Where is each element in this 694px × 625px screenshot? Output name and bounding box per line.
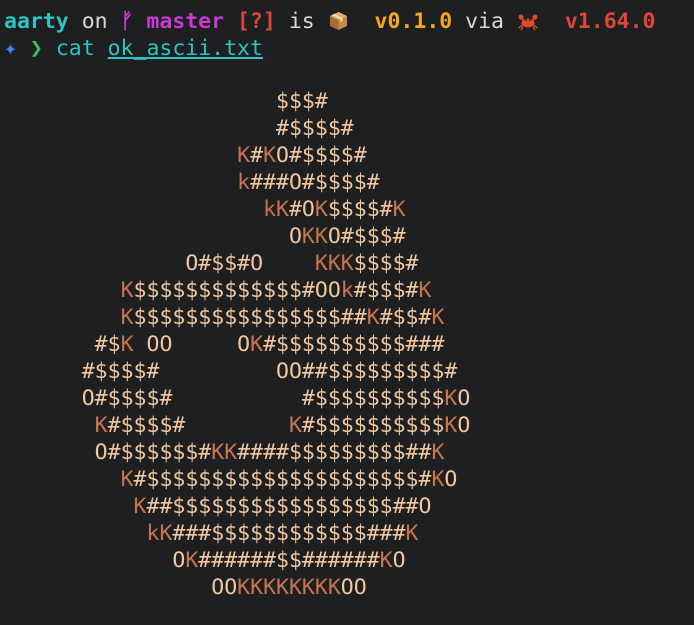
- git-status: [?]: [237, 9, 276, 34]
- ascii-line: K#$$$$# K#$$$$$$$$$$KO: [94, 413, 471, 438]
- command-argument[interactable]: ok_ascii.txt: [108, 36, 263, 61]
- ascii-line: kK#OK$$$$#K: [263, 197, 406, 222]
- ascii-line: $$$#: [276, 89, 328, 114]
- ascii-line: OOKKKKKKKKOO: [211, 575, 367, 600]
- ascii-line: O#$$$$# #$$$$$$$$$$KO: [81, 386, 471, 411]
- prompt-directory: aarty: [4, 9, 69, 34]
- package-version: v0.1.0: [374, 9, 453, 34]
- ascii-line: kK###$$$$$$$$$$$$###K: [146, 521, 419, 546]
- ascii-art-output: $$$# #$$$$# K#KO#$$$$# k###O#$$$$# kK#OK…: [4, 88, 471, 601]
- shell-prompt: aarty on ᚠ master [?] is v0.1.0 via v1.6…: [4, 8, 655, 35]
- ascii-line: O#$$$$$$#KK####$$$$$$$$$##K: [94, 440, 445, 465]
- prompt-is-text: is: [288, 9, 315, 34]
- crab-icon: [517, 11, 539, 31]
- ascii-line: K#KO#$$$$#: [237, 143, 367, 168]
- ascii-line: OK######$$######KO: [172, 548, 406, 573]
- star-icon: ✦: [4, 36, 17, 61]
- command-name: cat: [55, 36, 95, 61]
- ascii-line: OKKO#$$$#: [288, 224, 406, 249]
- ascii-line: #$$$$# OO##$$$$$$$$$#: [81, 359, 458, 384]
- prompt-chevron: ❯: [29, 36, 43, 61]
- ascii-line: #$$$$#: [276, 116, 354, 141]
- ascii-line: O#$$#O KKK$$$$#: [185, 251, 419, 276]
- package-icon: [328, 11, 349, 31]
- prompt-on-text: on: [81, 9, 108, 34]
- ascii-line: K#$$$$$$$$$$$$$$$$$$$$$#KO: [120, 467, 458, 492]
- git-branch-icon: ᚠ: [120, 9, 134, 34]
- command-line[interactable]: ✦ ❯ cat ok_ascii.txt: [4, 35, 263, 62]
- ascii-line: #$K OO OK#$$$$$$$$$$###: [94, 332, 445, 357]
- prompt-via-text: via: [465, 9, 505, 34]
- terminal-window[interactable]: aarty on ᚠ master [?] is v0.1.0 via v1.6…: [0, 0, 694, 625]
- git-branch-name: master: [146, 9, 225, 34]
- ascii-line: k###O#$$$$#: [237, 170, 380, 195]
- ascii-line: K##$$$$$$$$$$$$$$$$$##O: [133, 494, 432, 519]
- ascii-line: K$$$$$$$$$$$$$$$$##K#$$#K: [120, 305, 445, 330]
- ascii-line: K$$$$$$$$$$$$$#OOk#$$$#K: [120, 278, 432, 303]
- rust-version: v1.64.0: [564, 9, 656, 34]
